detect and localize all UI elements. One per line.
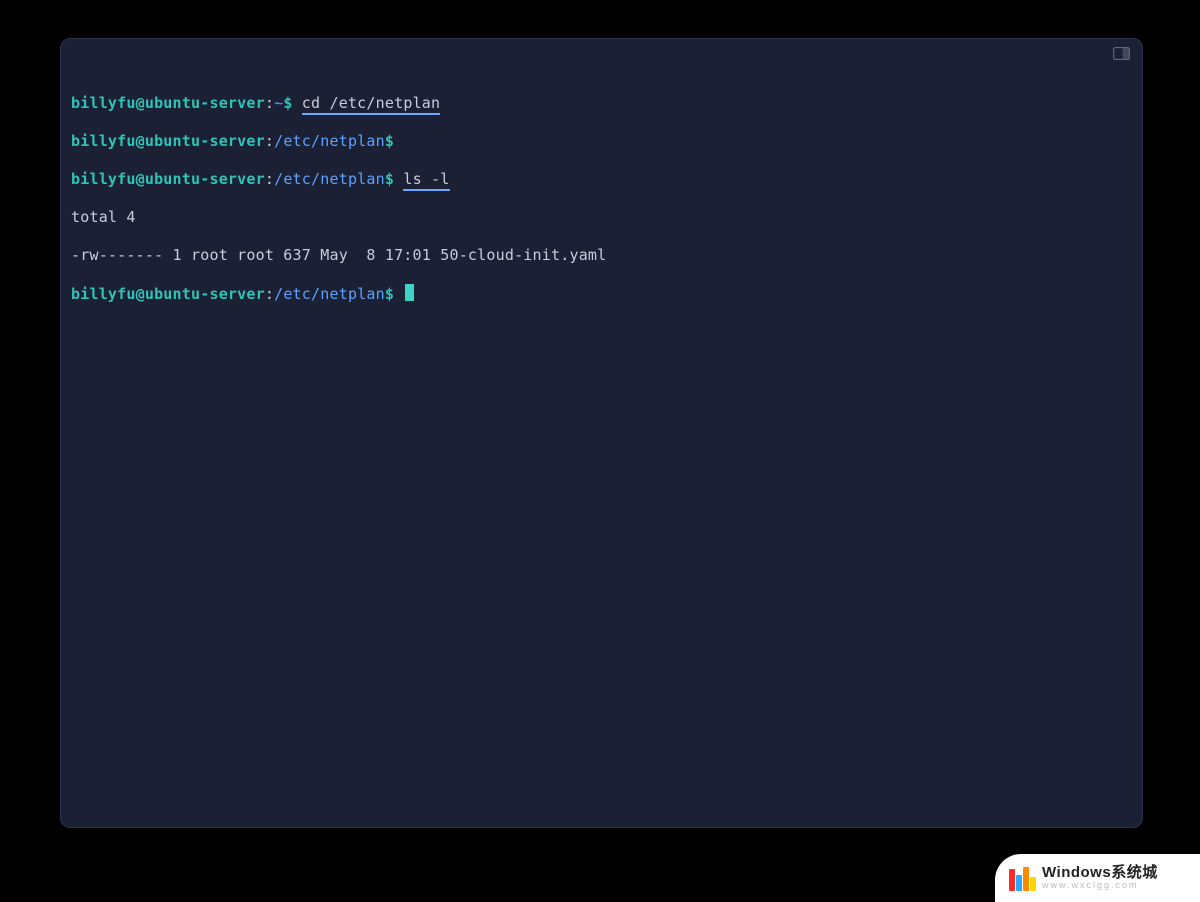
- prompt-line: billyfu@ubuntu-server:~$ cd /etc/netplan: [71, 94, 1132, 113]
- prompt-sep: :: [265, 132, 274, 150]
- prompt-line: billyfu@ubuntu-server:/etc/netplan$: [71, 132, 1132, 151]
- prompt-user: billyfu@ubuntu-server: [71, 285, 265, 303]
- output-line: total 4: [71, 208, 1132, 227]
- prompt-line: billyfu@ubuntu-server:/etc/netplan$ ls -…: [71, 170, 1132, 189]
- watermark-title: Windows系统城: [1042, 865, 1158, 881]
- terminal-window[interactable]: billyfu@ubuntu-server:~$ cd /etc/netplan…: [60, 38, 1143, 828]
- prompt-line: billyfu@ubuntu-server:/etc/netplan$: [71, 284, 1132, 304]
- prompt-sep: :: [265, 94, 274, 112]
- prompt-user: billyfu@ubuntu-server: [71, 94, 265, 112]
- window-titlebar: [61, 39, 1142, 69]
- prompt-sep: :: [265, 170, 274, 188]
- prompt-sep: :: [265, 285, 274, 303]
- prompt-dir: /etc/netplan: [274, 132, 385, 150]
- terminal-content[interactable]: billyfu@ubuntu-server:~$ cd /etc/netplan…: [61, 69, 1142, 352]
- prompt-dollar: $: [385, 170, 394, 188]
- watermark-subtitle: www.wxclgg.com: [1042, 881, 1158, 890]
- command-text: cd /etc/netplan: [302, 94, 440, 115]
- prompt-dollar: $: [385, 132, 394, 150]
- prompt-user: billyfu@ubuntu-server: [71, 132, 265, 150]
- prompt-user: billyfu@ubuntu-server: [71, 170, 265, 188]
- prompt-dir: ~: [274, 94, 283, 112]
- command-text: ls -l: [403, 170, 449, 191]
- panel-split-icon[interactable]: [1113, 47, 1130, 60]
- prompt-dir: /etc/netplan: [274, 170, 385, 188]
- prompt-dir: /etc/netplan: [274, 285, 385, 303]
- watermark-badge: Windows系统城 www.wxclgg.com: [995, 854, 1200, 902]
- prompt-dollar: $: [385, 285, 394, 303]
- watermark-logo-icon: [1009, 865, 1036, 891]
- terminal-cursor: [405, 284, 414, 301]
- output-line: -rw------- 1 root root 637 May 8 17:01 5…: [71, 246, 1132, 265]
- prompt-dollar: $: [283, 94, 292, 112]
